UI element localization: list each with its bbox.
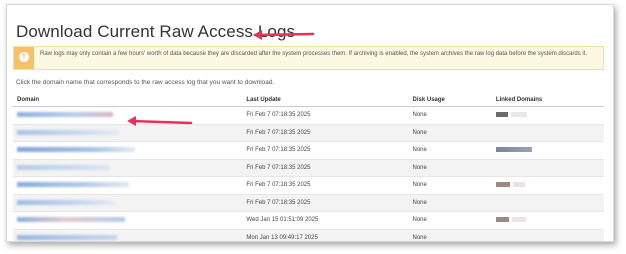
- table-row: Fri Feb 7 07:18:35 2025 None: [13, 176, 604, 194]
- notice-text: Raw logs may only contain a few hours' w…: [40, 51, 588, 57]
- linked-domains-cell: [491, 106, 604, 124]
- raw-access-logs-panel: Download Current Raw Access Logs ! Raw l…: [6, 4, 614, 242]
- disk-usage-cell: None: [408, 158, 492, 177]
- column-header-last-update: Last Update: [242, 94, 409, 107]
- disk-usage-cell: None: [408, 193, 492, 212]
- domain-link[interactable]: [13, 158, 243, 177]
- linked-domains-cell: [491, 176, 604, 194]
- table-row: Mon Jan 13 09:49:17 2025 None: [13, 228, 604, 241]
- domain-link[interactable]: [13, 228, 243, 241]
- disk-usage-cell: None: [408, 211, 492, 229]
- disk-usage-cell: None: [408, 123, 492, 142]
- last-update-cell: Fri Feb 7 07:18:35 2025: [242, 141, 409, 159]
- linked-domains-cell: [491, 228, 604, 241]
- table-row: Fri Feb 7 07:18:35 2025 None: [13, 141, 604, 159]
- linked-domains-cell: [491, 123, 604, 142]
- last-update-cell: Wed Jan 15 01:51:09 2025: [242, 211, 409, 229]
- last-update-cell: Fri Feb 7 07:18:35 2025: [242, 123, 409, 142]
- column-header-disk-usage: Disk Usage: [408, 94, 492, 107]
- disk-usage-cell: None: [408, 176, 492, 194]
- disk-usage-cell: None: [408, 106, 492, 124]
- disk-usage-cell: None: [408, 141, 492, 159]
- disk-usage-cell: None: [408, 228, 492, 241]
- last-update-cell: Fri Feb 7 07:18:35 2025: [242, 193, 409, 212]
- linked-domains-cell: [491, 158, 604, 177]
- last-update-cell: Mon Jan 13 09:49:17 2025: [242, 228, 409, 241]
- last-update-cell: Fri Feb 7 07:18:35 2025: [242, 158, 409, 177]
- column-header-domain: Domain: [13, 94, 243, 107]
- last-update-cell: Fri Feb 7 07:18:35 2025: [242, 106, 409, 124]
- domain-link[interactable]: [13, 193, 243, 212]
- last-update-cell: Fri Feb 7 07:18:35 2025: [242, 176, 409, 194]
- table-row: Fri Feb 7 07:18:35 2025 None: [13, 158, 604, 177]
- warning-icon: !: [14, 47, 34, 69]
- linked-domains-cell: [491, 141, 604, 159]
- table-row: Fri Feb 7 07:18:35 2025 None: [13, 106, 604, 124]
- domain-link[interactable]: [13, 176, 243, 194]
- instruction-text: Click the domain name that corresponds t…: [16, 79, 275, 86]
- linked-domains-cell: [491, 193, 604, 212]
- info-notice: ! Raw logs may only contain a few hours'…: [13, 46, 604, 70]
- arrow-annotation-icon: [253, 30, 315, 40]
- table-row: Fri Feb 7 07:18:35 2025 None: [13, 123, 604, 142]
- column-header-linked-domains: Linked Domains: [491, 94, 604, 107]
- table-row: Wed Jan 15 01:51:09 2025 None: [13, 211, 604, 229]
- arrow-annotation-icon: [127, 116, 193, 126]
- raw-logs-table: Domain Last Update Disk Usage Linked Dom…: [13, 94, 604, 241]
- table-row: Fri Feb 7 07:18:35 2025 None: [13, 193, 604, 212]
- domain-link[interactable]: [13, 141, 243, 159]
- domain-link[interactable]: [13, 211, 243, 229]
- linked-domains-cell: [491, 211, 604, 229]
